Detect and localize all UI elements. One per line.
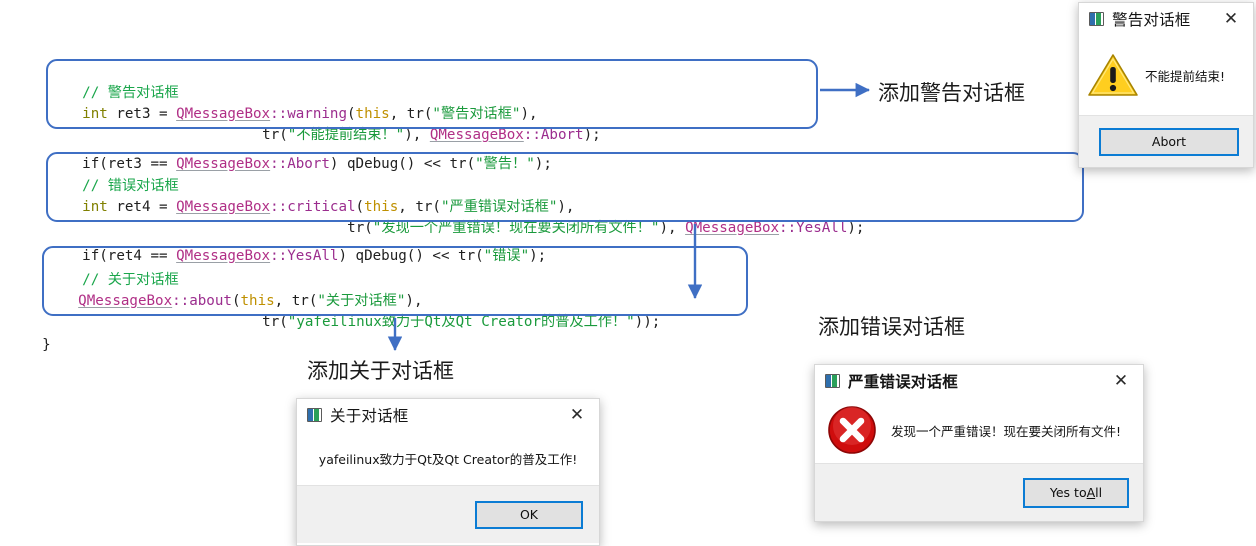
close-icon[interactable]: ✕ — [1099, 366, 1143, 397]
error-circle-icon — [825, 403, 879, 457]
dialog-about-message: yafeilinux致力于Qt及Qt Creator的普及工作! — [318, 451, 578, 467]
close-icon[interactable]: ✕ — [1209, 4, 1253, 35]
dialog-critical-title: 严重错误对话框 — [848, 373, 958, 391]
dialog-critical-body: 发现一个严重错误！现在要关闭所有文件! — [815, 397, 1143, 463]
app-icon — [307, 408, 322, 422]
dialog-about[interactable]: 关于对话框 ✕ yafeilinux致力于Qt及Qt Creator的普及工作!… — [296, 398, 600, 546]
dialog-warning-title: 警告对话框 — [1112, 11, 1191, 29]
dialog-warning-body: 不能提前结束! — [1079, 35, 1253, 115]
ok-button[interactable]: OK — [475, 500, 583, 529]
abort-button[interactable]: Abort — [1099, 127, 1239, 156]
app-icon — [1089, 12, 1104, 26]
dialog-warning-footer: Abort — [1079, 115, 1253, 167]
label-about-annotation: 添加关于对话框 — [307, 359, 454, 383]
app-icon — [825, 374, 840, 388]
screenshot-root: // 警告对话框 int ret3 = QMessageBox::warning… — [0, 0, 1256, 546]
dialog-critical[interactable]: 严重错误对话框 ✕ 发现一个严重错误！现在要关闭所有文件! Yes to All — [814, 364, 1144, 522]
dialog-about-footer: OK — [297, 485, 599, 543]
close-icon[interactable]: ✕ — [555, 400, 599, 431]
yes-to-all-label-pre: Yes to — [1049, 485, 1087, 500]
yes-to-all-label-post: ll — [1095, 485, 1103, 500]
dialog-about-body: yafeilinux致力于Qt及Qt Creator的普及工作! — [297, 431, 599, 485]
yes-to-all-accel: A — [1086, 485, 1096, 500]
dialog-about-titlebar: 关于对话框 ✕ — [297, 399, 599, 431]
dialog-warning[interactable]: 警告对话框 ✕ 不能提前结束! Abort — [1078, 2, 1254, 168]
dialog-warning-titlebar: 警告对话框 ✕ — [1079, 3, 1253, 35]
dialog-critical-message: 发现一个严重错误！现在要关闭所有文件! — [891, 423, 1122, 439]
dialog-about-title: 关于对话框 — [330, 407, 409, 425]
dialog-warning-message: 不能提前结束! — [1145, 68, 1226, 84]
warning-triangle-icon — [1087, 52, 1139, 98]
yes-to-all-button[interactable]: Yes to All — [1023, 477, 1129, 508]
dialog-critical-footer: Yes to All — [815, 463, 1143, 521]
label-warning-annotation: 添加警告对话框 — [878, 81, 1025, 105]
label-critical-annotation: 添加错误对话框 — [818, 315, 965, 339]
dialog-critical-titlebar: 严重错误对话框 ✕ — [815, 365, 1143, 397]
